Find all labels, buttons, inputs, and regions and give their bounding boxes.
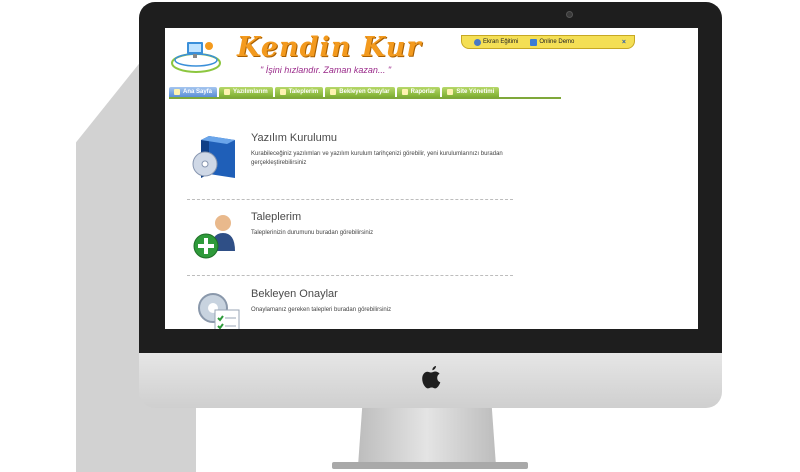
admin-icon	[447, 89, 454, 95]
help-item-label: Ekran Eğitimi	[483, 39, 519, 45]
check-icon	[330, 89, 337, 95]
brand-slogan: " İşini hızlandır. Zaman kazan... "	[260, 65, 392, 75]
request-icon	[279, 89, 286, 95]
nav-underline	[169, 97, 561, 99]
divider	[187, 199, 513, 200]
camera-icon	[566, 11, 573, 18]
tab-label: Yazılımlarım	[233, 89, 268, 95]
apple-logo-icon	[422, 366, 441, 389]
software-box-icon	[192, 136, 235, 178]
help-icon	[474, 38, 481, 46]
software-icon	[224, 89, 231, 95]
tab-label: Ana Sayfa	[183, 89, 213, 95]
report-icon	[401, 89, 408, 95]
divider	[187, 275, 513, 276]
section-title[interactable]: Taleplerim	[251, 211, 301, 223]
browser-screen: Kendin Kur " İşini hızlandır. Zaman kaza…	[165, 28, 698, 329]
close-icon[interactable]: ×	[622, 39, 626, 46]
monitor-icon	[530, 38, 538, 46]
section-description: Taleplerinizin durumunu buradan görebili…	[251, 230, 374, 236]
screen-tutorial-link[interactable]: Ekran Eğitimi	[474, 38, 519, 46]
section-description: Kurabileceğiniz yazılımları ve yazılım k…	[251, 151, 503, 166]
tab-label: Raporlar	[410, 89, 436, 95]
user-add-icon	[193, 215, 235, 259]
monitor-base	[332, 462, 528, 469]
brand-title: Kendin Kur	[237, 32, 422, 63]
section-title[interactable]: Yazılım Kurulumu	[251, 132, 337, 144]
home-icon	[174, 89, 180, 95]
main-nav: Ana Sayfa Yazılımlarım Taleplerim Bekley…	[169, 87, 500, 97]
online-demo-link[interactable]: Online Demo	[530, 38, 575, 46]
tab-reports[interactable]: Raporlar	[396, 87, 441, 97]
tab-label: Taleplerim	[288, 89, 319, 95]
approval-gear-icon	[198, 293, 240, 329]
tab-pending-approvals[interactable]: Bekleyen Onaylar	[325, 87, 395, 97]
tab-site-admin[interactable]: Site Yönetimi	[442, 87, 500, 97]
tab-software[interactable]: Yazılımlarım	[219, 87, 273, 97]
help-item-label: Online Demo	[539, 39, 575, 45]
help-toolbar: Ekran Eğitimi Online Demo ×	[461, 35, 635, 49]
tab-label: Site Yönetimi	[456, 89, 495, 95]
tab-home[interactable]: Ana Sayfa	[169, 87, 218, 97]
section-description: Onaylamanız gereken talepleri buradan gö…	[251, 307, 392, 313]
tab-label: Bekleyen Onaylar	[339, 89, 390, 95]
section-title[interactable]: Bekleyen Onaylar	[251, 288, 338, 300]
tab-requests[interactable]: Taleplerim	[274, 87, 324, 97]
monitor-stand	[358, 408, 496, 466]
setup-logo-icon	[171, 42, 221, 73]
